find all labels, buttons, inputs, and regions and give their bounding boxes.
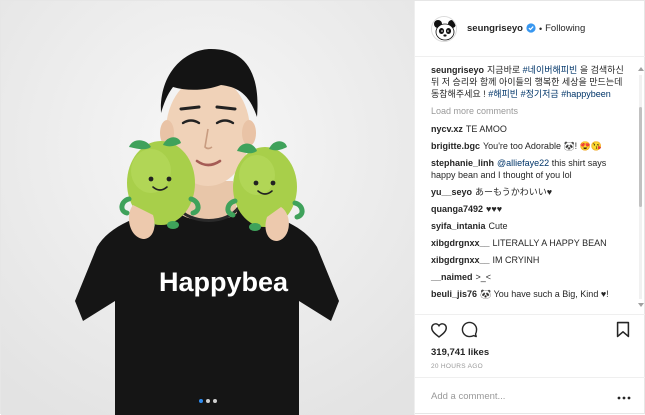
post-timestamp[interactable]: 20 HOURS AGO	[431, 363, 483, 370]
caption-hashtag-3[interactable]: #정기저금	[521, 89, 559, 99]
comment-username[interactable]: stephanie_linh	[431, 158, 494, 168]
comment-text: あーもうかわいい♥	[475, 187, 553, 197]
post-actions-bar	[415, 314, 645, 344]
comment-item: syifa_intania Cute	[431, 220, 629, 232]
comment-username[interactable]: xibgdrgnxx__	[431, 238, 490, 248]
heart-icon[interactable]	[429, 320, 449, 340]
scroll-up-arrow-icon[interactable]	[638, 67, 644, 71]
post-photo[interactable]: Happybea	[1, 1, 414, 415]
comment-text: >_<	[475, 272, 492, 282]
comment-mention[interactable]: @alliefaye22	[497, 158, 549, 168]
panda-avatar-icon	[432, 16, 456, 41]
comment-username[interactable]: beuli_jis76	[431, 289, 477, 299]
comments-scrollbar[interactable]	[637, 67, 645, 307]
carousel-indicator	[1, 399, 414, 403]
post-header: seungriseyo • Following	[415, 1, 645, 57]
following-button[interactable]: Following	[545, 23, 585, 34]
caption-hashtag-2[interactable]: #해피빈	[488, 89, 518, 99]
comment-text: You're too Adorable 🐼! 😍😘	[483, 141, 603, 151]
header-username[interactable]: seungriseyo	[467, 23, 523, 34]
comment-item: __naimed >_<	[431, 271, 629, 283]
comments-list: seungriseyo 지금바로 #네이버해피빈 을 검색하신뒤 저 승리와 함께…	[415, 58, 645, 314]
comment-text: 🐼 You have such a Big, Kind ♥!	[480, 289, 609, 299]
photo-illustration: Happybea	[1, 1, 414, 415]
comment-item: yu__seyo あーもうかわいい♥	[431, 186, 629, 198]
likes-count[interactable]: 319,741 likes	[431, 347, 489, 358]
comment-username[interactable]: syifa_intania	[431, 221, 486, 231]
comment-text: ♥♥♥	[486, 204, 503, 214]
add-comment-input[interactable]	[431, 391, 601, 402]
scrollbar-thumb[interactable]	[639, 107, 642, 207]
verified-badge-icon	[526, 22, 536, 35]
comment-item: quanga7492 ♥♥♥	[431, 203, 629, 215]
comment-text: Cute	[488, 221, 508, 231]
carousel-dot-2[interactable]	[205, 399, 210, 403]
caption-hashtag-4[interactable]: #happybeen	[561, 89, 611, 99]
comment-bubble-icon[interactable]	[459, 320, 479, 340]
post-side-panel: seungriseyo • Following seungriseyo 지금바로 …	[414, 1, 645, 415]
add-comment-box	[415, 377, 645, 415]
comment-item: stephanie_linh @alliefaye22 this shirt sa…	[431, 157, 629, 181]
comment-username[interactable]: __naimed	[431, 272, 473, 282]
comment-username[interactable]: yu__seyo	[431, 187, 472, 197]
comment-item: xibgdrgnxx__ LITERALLY A HAPPY BEAN	[431, 237, 629, 249]
post-caption: seungriseyo 지금바로 #네이버해피빈 을 검색하신뒤 저 승리와 함께…	[431, 64, 629, 100]
load-more-comments-link[interactable]: Load more comments	[431, 106, 629, 116]
comment-item: brigitte.bgc You're too Adorable 🐼! 😍😘	[431, 140, 629, 152]
more-options-icon[interactable]	[617, 392, 631, 402]
bookmark-icon[interactable]	[613, 320, 633, 340]
comment-text: LITERALLY A HAPPY BEAN	[492, 238, 607, 248]
comment-item: xibgdrgnxx__ IM CRYINH	[431, 254, 629, 266]
comment-username[interactable]: brigitte.bgc	[431, 141, 480, 151]
comment-username[interactable]: quanga7492	[431, 204, 483, 214]
comment-item: beuli_jis76 🐼 You have such a Big, Kind ♥…	[431, 288, 629, 300]
comment-text: IM CRYINH	[492, 255, 540, 265]
caption-text-1: 지금바로	[487, 65, 523, 75]
comment-text: TE AMOO	[465, 124, 507, 134]
comment-username[interactable]: nycv.xz	[431, 124, 463, 134]
header-separator: •	[538, 23, 543, 34]
carousel-dot-1[interactable]	[198, 399, 203, 403]
carousel-dot-3[interactable]	[212, 399, 217, 403]
shirt-print-text: Happybea	[159, 267, 289, 297]
comment-item: nycv.xz TE AMOO	[431, 123, 629, 135]
avatar[interactable]	[431, 15, 457, 42]
comment-username[interactable]: xibgdrgnxx__	[431, 255, 490, 265]
instagram-post: Happybea seungriseyo • Following seungri…	[0, 0, 645, 415]
caption-hashtag-1[interactable]: #네이버해피빈	[523, 65, 578, 75]
scroll-down-arrow-icon[interactable]	[638, 303, 644, 307]
caption-username[interactable]: seungriseyo	[431, 65, 484, 75]
